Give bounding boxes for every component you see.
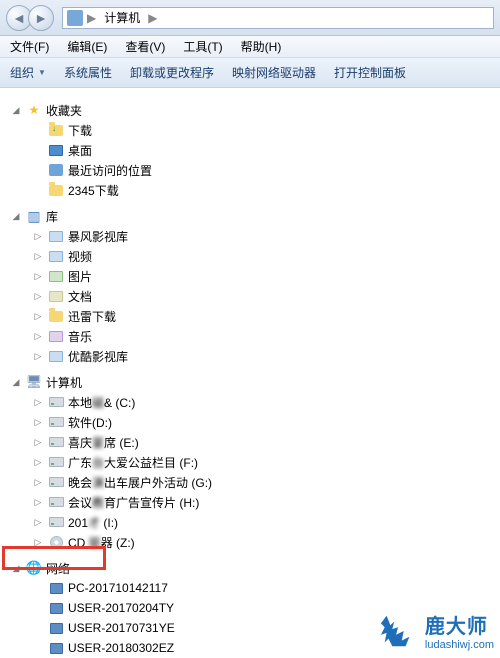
- menubar: 文件(F) 编辑(E) 查看(V) 工具(T) 帮助(H): [0, 36, 500, 58]
- desktop-icon: [48, 142, 64, 158]
- group-computer: ◢ 🖥 计算机 ▷本地磁& (C:) ▷软件(D:) ▷喜庆宴席 (E:) ▷广…: [6, 372, 500, 552]
- pc-icon: [48, 640, 64, 656]
- computer-icon: [67, 10, 83, 26]
- tb-controlpanel[interactable]: 打开控制面板: [334, 64, 406, 81]
- drive-c[interactable]: ▷本地磁& (C:): [28, 392, 500, 412]
- libraries-label: 库: [46, 208, 58, 225]
- drive-h[interactable]: ▷会议教育广告宣传片 (H:): [28, 492, 500, 512]
- menu-tools[interactable]: 工具(T): [181, 36, 224, 57]
- computer-icon: 🖥: [26, 374, 42, 390]
- pc-icon: [48, 620, 64, 636]
- twisty-icon[interactable]: ◢: [10, 211, 22, 222]
- nav-buttons: ◄ ►: [6, 5, 54, 31]
- twisty-icon[interactable]: ◢: [10, 563, 22, 574]
- lib-documents[interactable]: ▷文档: [28, 286, 500, 306]
- drive-g[interactable]: ▷晚会演出车展户外活动 (G:): [28, 472, 500, 492]
- lib-pictures[interactable]: ▷图片: [28, 266, 500, 286]
- pictures-icon: [48, 268, 64, 284]
- download-icon: [48, 122, 64, 138]
- video-icon: [48, 228, 64, 244]
- net-pc-1[interactable]: PC-201710142117: [28, 578, 500, 598]
- tb-properties[interactable]: 系统属性: [64, 64, 112, 81]
- drive-icon: [48, 454, 64, 470]
- drive-icon: [48, 414, 64, 430]
- drive-f[interactable]: ▷广东台大爱公益栏目 (F:): [28, 452, 500, 472]
- network-icon: 🌐: [26, 560, 42, 576]
- node-favorites[interactable]: ◢ ★ 收藏夹: [6, 100, 500, 120]
- twisty-icon[interactable]: ◢: [10, 105, 22, 116]
- breadcrumb-computer[interactable]: 计算机: [100, 9, 144, 26]
- documents-icon: [48, 288, 64, 304]
- star-icon: ★: [26, 102, 42, 118]
- watermark: 鹿大师 ludashiwj.com: [377, 610, 494, 651]
- music-icon: [48, 328, 64, 344]
- video-icon: [48, 348, 64, 364]
- addr-sep: ▶: [148, 11, 157, 25]
- menu-help[interactable]: 帮助(H): [239, 36, 284, 57]
- forward-button[interactable]: ►: [28, 5, 54, 31]
- drive-i[interactable]: ▷201才 (I:): [28, 512, 500, 532]
- computer-children: ▷本地磁& (C:) ▷软件(D:) ▷喜庆宴席 (E:) ▷广东台大爱公益栏目…: [6, 392, 500, 552]
- drive-d[interactable]: ▷软件(D:): [28, 412, 500, 432]
- cd-icon: [48, 534, 64, 550]
- toolbar: 组织▼ 系统属性 卸载或更改程序 映射网络驱动器 打开控制面板: [0, 58, 500, 88]
- fav-downloads[interactable]: 下载: [28, 120, 500, 140]
- fav-desktop[interactable]: 桌面: [28, 140, 500, 160]
- tb-mapdrive[interactable]: 映射网络驱动器: [232, 64, 316, 81]
- lib-youku[interactable]: ▷优酷影视库: [28, 346, 500, 366]
- arrow-right-icon: ►: [34, 10, 48, 26]
- node-network[interactable]: ◢ 🌐 网络: [6, 558, 500, 578]
- video-icon: [48, 248, 64, 264]
- chevron-down-icon: ▼: [38, 68, 46, 77]
- deer-icon: [377, 612, 419, 650]
- drive-z-cd[interactable]: ▷CD 驱器 (Z:): [28, 532, 500, 552]
- titlebar: ◄ ► ▶ 计算机 ▶: [0, 0, 500, 36]
- address-bar[interactable]: ▶ 计算机 ▶: [62, 7, 494, 29]
- menu-edit[interactable]: 编辑(E): [65, 36, 109, 57]
- network-label: 网络: [46, 560, 70, 577]
- addr-sep: ▶: [87, 11, 96, 25]
- fav-recent[interactable]: 最近访问的位置: [28, 160, 500, 180]
- favorites-label: 收藏夹: [46, 102, 82, 119]
- recent-icon: [48, 162, 64, 178]
- lib-music[interactable]: ▷音乐: [28, 326, 500, 346]
- node-libraries[interactable]: ◢ ▥ 库: [6, 206, 500, 226]
- twisty-icon[interactable]: ◢: [10, 377, 22, 388]
- tb-organize[interactable]: 组织▼: [10, 64, 46, 81]
- drive-e[interactable]: ▷喜庆宴席 (E:): [28, 432, 500, 452]
- watermark-url: ludashiwj.com: [425, 639, 494, 651]
- menu-view[interactable]: 查看(V): [123, 36, 167, 57]
- menu-file[interactable]: 文件(F): [8, 36, 51, 57]
- drive-icon: [48, 514, 64, 530]
- group-libraries: ◢ ▥ 库 ▷暴风影视库 ▷视频 ▷图片 ▷文档 ▷迅雷下载 ▷音乐 ▷优酷影视…: [6, 206, 500, 366]
- fav-2345[interactable]: 2345下载: [28, 180, 500, 200]
- drive-icon: [48, 434, 64, 450]
- group-favorites: ◢ ★ 收藏夹 下载 桌面 最近访问的位置 2345下载: [6, 100, 500, 200]
- pc-icon: [48, 600, 64, 616]
- pc-icon: [48, 580, 64, 596]
- nav-tree: ◢ ★ 收藏夹 下载 桌面 最近访问的位置 2345下载 ◢ ▥ 库 ▷暴风影视…: [0, 88, 500, 658]
- tb-uninstall[interactable]: 卸载或更改程序: [130, 64, 214, 81]
- lib-video[interactable]: ▷视频: [28, 246, 500, 266]
- lib-baofeng[interactable]: ▷暴风影视库: [28, 226, 500, 246]
- drive-icon: [48, 394, 64, 410]
- computer-label: 计算机: [46, 374, 82, 391]
- libraries-icon: ▥: [26, 208, 42, 224]
- watermark-brand: 鹿大师: [425, 610, 494, 639]
- arrow-left-icon: ◄: [12, 10, 26, 26]
- node-computer[interactable]: ◢ 🖥 计算机: [6, 372, 500, 392]
- folder-icon: [48, 308, 64, 324]
- drive-icon: [48, 474, 64, 490]
- folder-icon: [48, 182, 64, 198]
- lib-xunlei[interactable]: ▷迅雷下载: [28, 306, 500, 326]
- drive-icon: [48, 494, 64, 510]
